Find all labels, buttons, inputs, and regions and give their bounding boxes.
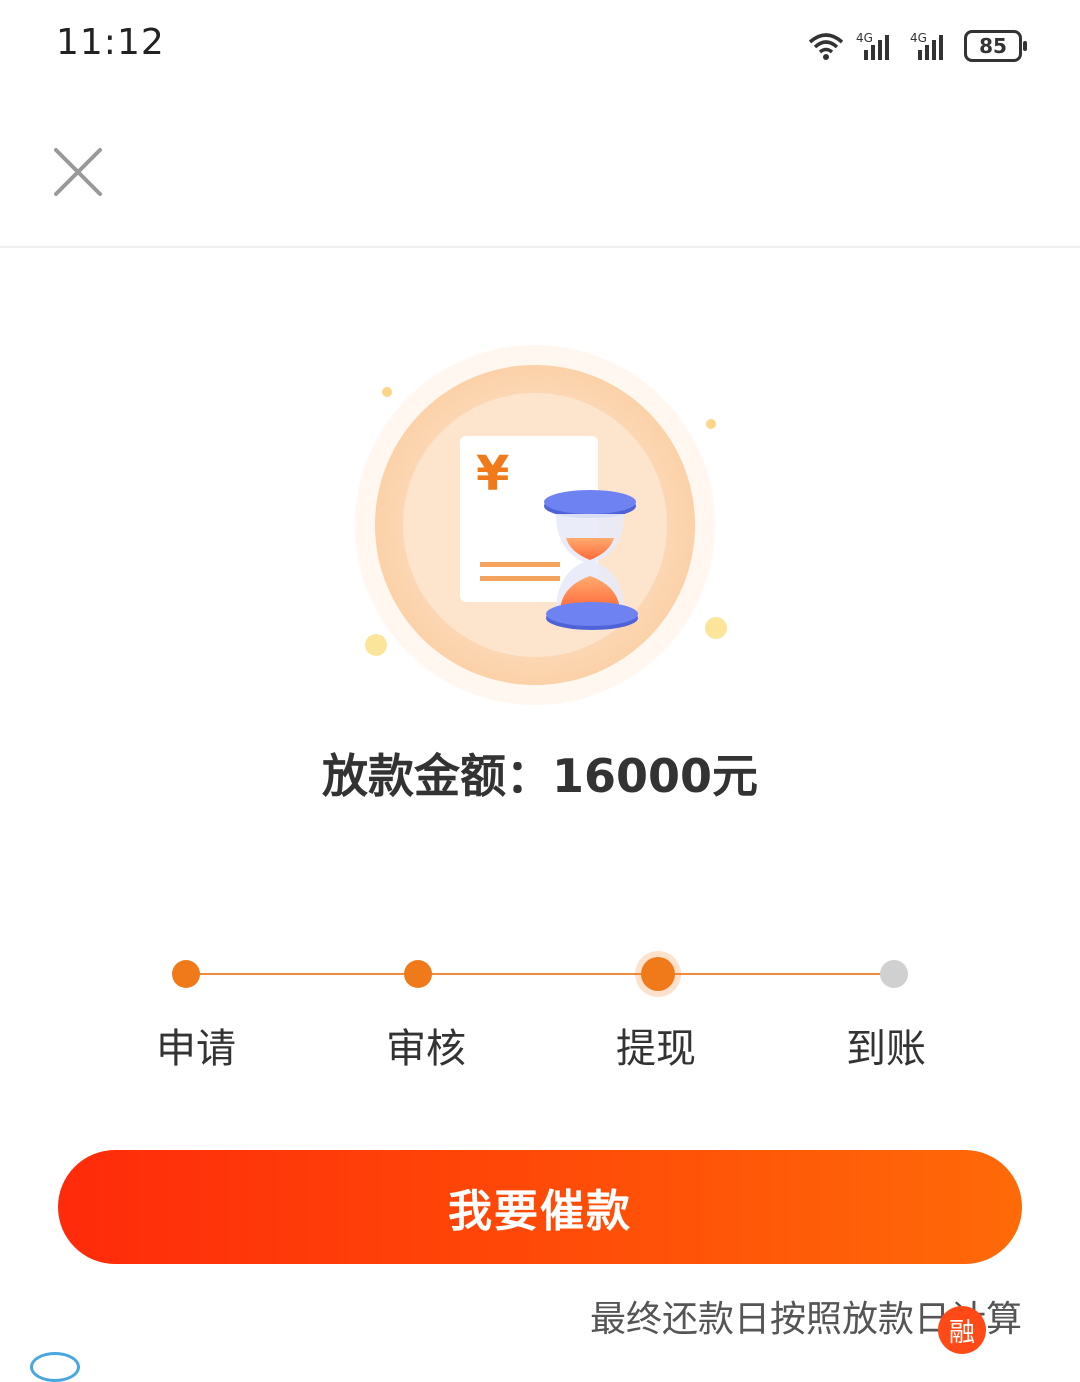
wifi-icon [808,33,844,60]
step-dot-apply [172,960,200,988]
svg-text:4G: 4G [910,31,927,45]
close-icon[interactable] [52,146,104,198]
step-label-review: 审核 [386,1026,466,1072]
step-label-withdraw: 提现 [616,1026,696,1072]
watermark-badge: 融 [938,1306,986,1354]
step-dot-arrival [880,960,908,988]
step-dot-withdraw [641,957,675,991]
step-dot-review [404,960,432,988]
step-connector [418,973,658,975]
status-time: 11:12 [56,22,165,63]
svg-text:4G: 4G [856,31,873,45]
urge-payment-button[interactable]: 我要催款 [58,1150,1022,1264]
status-icons: 4G 4G 85 [806,26,1027,66]
step-connector [186,973,418,975]
loan-amount: 放款金额：16000元 [321,749,759,803]
loan-pending-illustration: ¥ [355,345,727,705]
step-connector [658,973,894,975]
corner-logo-icon [30,1352,80,1382]
progress-steps: 申请 审核 提现 到账 [0,940,1080,1080]
signal-4g-icon: 4G [856,31,889,60]
step-label-apply: 申请 [156,1026,236,1072]
nav-bar [0,90,1080,248]
signal-4g-icon-2: 4G [910,31,943,60]
status-bar: 11:12 4G 4G 85 [0,0,1080,90]
battery-indicator: 85 [964,30,1027,62]
step-label-arrival: 到账 [846,1026,926,1072]
yen-symbol: ¥ [476,446,509,502]
